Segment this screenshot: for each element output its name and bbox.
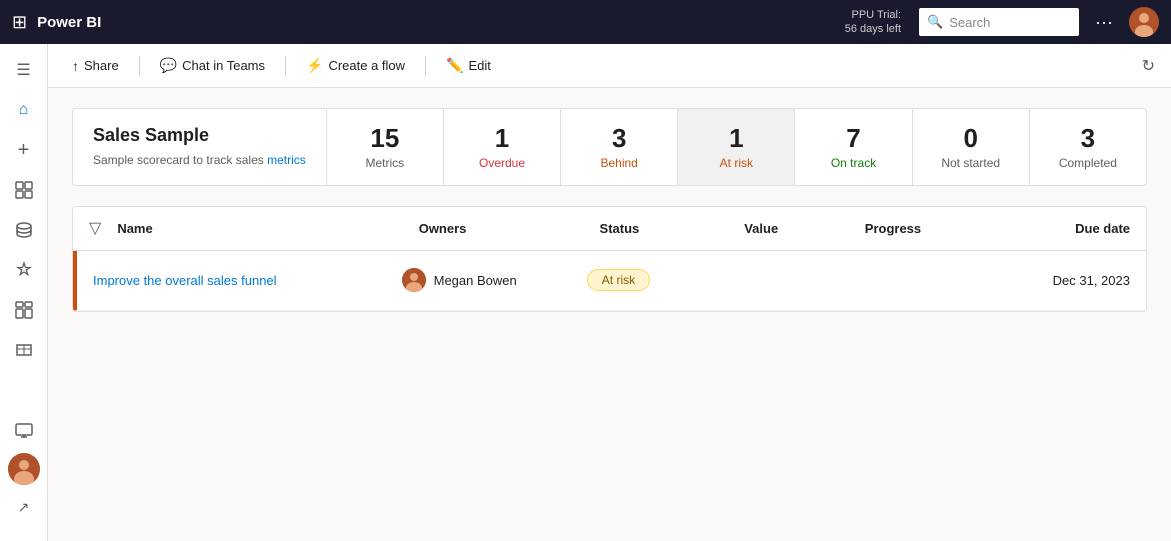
scorecard-desc-link[interactable]: metrics — [267, 153, 306, 167]
row-owners: Megan Bowen — [402, 268, 587, 292]
share-button[interactable]: ↑ Share — [64, 54, 127, 78]
sidebar-goals-icon[interactable] — [6, 252, 42, 288]
metric-card-at-risk[interactable]: 1 At risk — [678, 109, 795, 185]
col-progress-header: Progress — [865, 221, 986, 236]
toolbar-separator-2 — [285, 56, 286, 76]
sidebar-learn-icon[interactable] — [6, 332, 42, 368]
metric-num-on-track: 7 — [846, 123, 860, 154]
scorecard-title-card: Sales Sample Sample scorecard to track s… — [73, 109, 327, 185]
sidebar-monitor-icon[interactable] — [6, 413, 42, 449]
refresh-icon[interactable]: ↻ — [1142, 56, 1155, 76]
row-status: At risk — [587, 269, 735, 291]
create-flow-button[interactable]: ⚡ Create a flow — [298, 53, 413, 78]
trial-info: PPU Trial: 56 days left — [845, 8, 901, 37]
sidebar: ☰ ⌂ + — [0, 44, 48, 541]
metric-label-overdue: Overdue — [479, 156, 525, 170]
metric-label-on-track: On track — [831, 156, 876, 170]
sidebar-menu-icon[interactable]: ☰ — [6, 52, 42, 88]
table-header: ▽ Name Owners Status Value Progress Due … — [73, 207, 1146, 251]
search-box[interactable]: 🔍 Search — [919, 8, 1079, 36]
more-options-button[interactable]: ··· — [1089, 12, 1119, 33]
scorecard-title: Sales Sample — [93, 125, 306, 146]
user-avatar[interactable] — [1129, 7, 1159, 37]
metric-card-on-track[interactable]: 7 On track — [795, 109, 912, 185]
col-value-header: Value — [744, 221, 865, 236]
metric-card-not-started[interactable]: 0 Not started — [913, 109, 1030, 185]
sidebar-home-icon[interactable]: ⌂ — [6, 92, 42, 128]
edit-button[interactable]: ✏️ Edit — [438, 53, 499, 78]
table-row[interactable]: Improve the overall sales funnel Megan B… — [73, 251, 1146, 311]
col-owners-header: Owners — [419, 221, 600, 236]
metric-label-completed: Completed — [1059, 156, 1117, 170]
col-status-header: Status — [600, 221, 745, 236]
owner-name: Megan Bowen — [434, 273, 517, 288]
metric-label-metrics: Metrics — [366, 156, 405, 170]
owner-avatar — [402, 268, 426, 292]
metric-card-completed[interactable]: 3 Completed — [1030, 109, 1146, 185]
sidebar-create-icon[interactable]: + — [6, 132, 42, 168]
status-badge: At risk — [587, 269, 650, 291]
sidebar-data-icon[interactable] — [6, 212, 42, 248]
metric-label-not-started: Not started — [941, 156, 1000, 170]
metric-label-at-risk: At risk — [720, 156, 753, 170]
metric-num-at-risk: 1 — [729, 123, 743, 154]
toolbar-separator-1 — [139, 56, 140, 76]
main-layout: ☰ ⌂ + — [0, 44, 1171, 541]
sidebar-expand-icon[interactable]: ↗ — [6, 489, 42, 525]
metric-label-behind: Behind — [600, 156, 637, 170]
metric-card-metrics[interactable]: 15 Metrics — [327, 109, 444, 185]
search-icon: 🔍 — [927, 14, 943, 30]
page-body: Sales Sample Sample scorecard to track s… — [48, 88, 1171, 541]
scorecard-table: ▽ Name Owners Status Value Progress Due … — [72, 206, 1147, 312]
metric-num-metrics: 15 — [370, 123, 399, 154]
sidebar-browse-icon[interactable] — [6, 172, 42, 208]
app-logo: Power BI — [37, 14, 101, 31]
search-label: Search — [949, 15, 990, 30]
sidebar-user-avatar[interactable] — [8, 453, 40, 485]
flow-icon: ⚡ — [306, 57, 323, 74]
col-name-header: Name — [117, 221, 418, 236]
row-duedate: Dec 31, 2023 — [982, 273, 1130, 288]
chat-teams-button[interactable]: 💬 Chat in Teams — [152, 53, 273, 78]
col-duedate-header: Due date — [985, 221, 1130, 236]
chat-icon: 💬 — [160, 57, 177, 74]
metric-num-completed: 3 — [1081, 123, 1095, 154]
metric-card-overdue[interactable]: 1 Overdue — [444, 109, 561, 185]
row-name[interactable]: Improve the overall sales funnel — [93, 273, 402, 288]
filter-icon[interactable]: ▽ — [89, 218, 101, 238]
scorecard-description: Sample scorecard to track sales metrics — [93, 152, 306, 169]
action-toolbar: ↑ Share 💬 Chat in Teams ⚡ Create a flow … — [48, 44, 1171, 88]
metric-card-behind[interactable]: 3 Behind — [561, 109, 678, 185]
grid-menu-icon[interactable]: ⊞ — [12, 12, 27, 33]
topbar: ⊞ Power BI PPU Trial: 56 days left 🔍 Sea… — [0, 0, 1171, 44]
metric-num-not-started: 0 — [963, 123, 977, 154]
content-area: ↑ Share 💬 Chat in Teams ⚡ Create a flow … — [48, 44, 1171, 541]
metric-num-overdue: 1 — [495, 123, 509, 154]
share-icon: ↑ — [72, 58, 79, 74]
sidebar-apps-icon[interactable] — [6, 292, 42, 328]
metric-num-behind: 3 — [612, 123, 626, 154]
summary-cards: Sales Sample Sample scorecard to track s… — [72, 108, 1147, 186]
edit-icon: ✏️ — [446, 57, 463, 74]
toolbar-separator-3 — [425, 56, 426, 76]
